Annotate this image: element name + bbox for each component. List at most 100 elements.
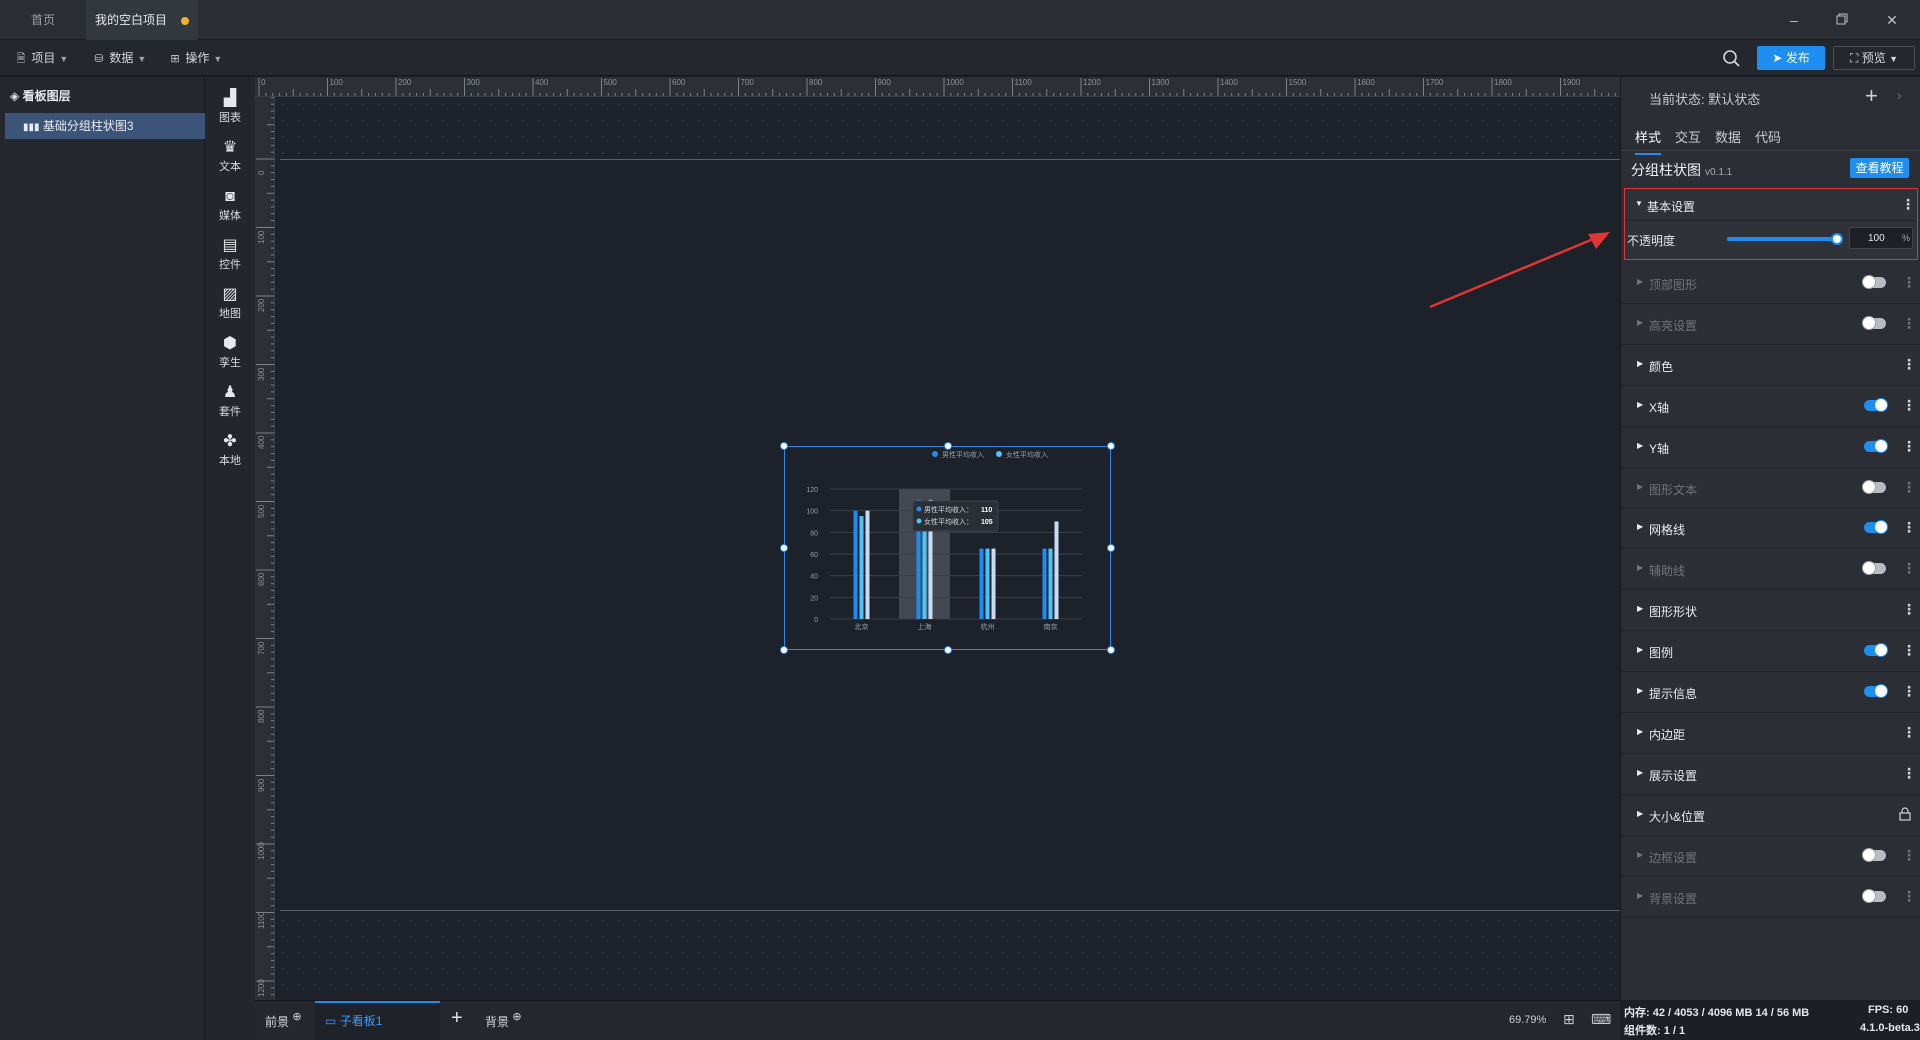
settings-section[interactable]: ▶ 内边距 ⋮ bbox=[1621, 713, 1920, 754]
section-label: 颜色 bbox=[1649, 359, 1674, 374]
more-vertical-icon[interactable]: ⋮ bbox=[1902, 438, 1916, 455]
settings-section[interactable]: ▶ 图例 ⋮ bbox=[1621, 631, 1920, 673]
section-toggle[interactable] bbox=[1862, 315, 1886, 330]
lock-icon[interactable] bbox=[1898, 807, 1912, 821]
resize-handle[interactable] bbox=[780, 544, 788, 552]
settings-section[interactable]: ▶ 高亮设置 ⋮ bbox=[1621, 304, 1920, 345]
more-vertical-icon[interactable]: ⋮ bbox=[1902, 560, 1916, 577]
y-tick-label: 20 bbox=[810, 595, 818, 602]
menu-data[interactable]: ⛁ 数据 ▼ bbox=[92, 46, 146, 70]
resize-handle[interactable] bbox=[944, 646, 952, 654]
section-toggle[interactable] bbox=[1862, 479, 1886, 494]
basic-settings-header[interactable]: ▼ 基本设置 ⋮ bbox=[1625, 189, 1916, 221]
menu-operation[interactable]: ⊞ 操作 ▼ bbox=[168, 46, 222, 70]
minimize-icon[interactable]: – bbox=[1782, 8, 1806, 32]
more-vertical-icon[interactable]: ⋮ bbox=[1902, 888, 1916, 905]
menu-project[interactable]: 🗎 项目 ▼ bbox=[14, 46, 69, 70]
zoom-level[interactable]: 69.79% bbox=[1509, 1014, 1546, 1026]
tab-data[interactable]: 数据 bbox=[1715, 127, 1741, 146]
tutorial-button[interactable]: 查看教程 bbox=[1850, 158, 1909, 178]
resize-handle[interactable] bbox=[1107, 544, 1115, 552]
section-toggle[interactable] bbox=[1862, 275, 1886, 289]
more-vertical-icon[interactable]: ⋮ bbox=[1902, 724, 1916, 741]
tab-interaction[interactable]: 交互 bbox=[1675, 127, 1701, 146]
component-local[interactable]: ✤ 本地 bbox=[205, 432, 255, 468]
section-toggle[interactable] bbox=[1862, 888, 1886, 903]
settings-section[interactable]: ▶ 辅助线 ⋮ bbox=[1621, 549, 1920, 591]
resize-handle[interactable] bbox=[1107, 646, 1115, 654]
resize-handle[interactable] bbox=[780, 442, 788, 450]
layer-item[interactable]: ▮▮▮ 基础分组柱状图3 bbox=[5, 113, 205, 139]
settings-section[interactable]: ▶ 网格线 ⋮ bbox=[1621, 508, 1920, 550]
settings-section[interactable]: ▶ 图形文本 ⋮ bbox=[1621, 468, 1920, 509]
component-text[interactable]: ♛ 文本 bbox=[205, 138, 255, 174]
settings-section[interactable]: ▶ 背景设置 ⋮ bbox=[1621, 877, 1920, 918]
fit-screen-icon[interactable]: ⊞ bbox=[1563, 1011, 1575, 1028]
more-vertical-icon[interactable]: ⋮ bbox=[1902, 479, 1916, 496]
resize-handle[interactable] bbox=[1107, 442, 1115, 450]
foreground-tab[interactable]: 前景 ⊕ bbox=[265, 1011, 302, 1030]
bar bbox=[859, 516, 864, 619]
tab-my-project[interactable]: 我的空白项目 bbox=[86, 0, 198, 40]
section-toggle[interactable] bbox=[1864, 643, 1888, 658]
restore-icon[interactable] bbox=[1830, 8, 1854, 32]
more-vertical-icon[interactable]: ⋮ bbox=[1902, 847, 1916, 864]
settings-section[interactable]: ▶ 图形形状 ⋮ bbox=[1621, 590, 1920, 632]
settings-section[interactable]: ▶ X轴 ⋮ bbox=[1621, 386, 1920, 427]
board-tab[interactable]: ▭ 子看板1 bbox=[315, 1001, 440, 1040]
tab-home[interactable]: 首页 bbox=[0, 0, 86, 40]
chart-widget[interactable]: 0 20 40 60 80 100 120 北京 上海 杭州 南京 男性平均收入 女性平均收入 男性平均收… bbox=[780, 442, 1115, 654]
add-circle-icon[interactable]: ⊕ bbox=[292, 1011, 301, 1023]
section-toggle[interactable] bbox=[1862, 847, 1886, 862]
section-toggle[interactable] bbox=[1862, 561, 1886, 576]
chevron-right-icon[interactable]: › bbox=[1897, 87, 1902, 103]
more-vertical-icon[interactable]: ⋮ bbox=[1902, 683, 1916, 700]
tab-style[interactable]: 样式 bbox=[1635, 127, 1662, 155]
background-tab[interactable]: 背景 ⊕ bbox=[485, 1011, 522, 1030]
keyboard-icon[interactable]: ⌨ bbox=[1591, 1011, 1611, 1028]
more-vertical-icon[interactable]: ⋮ bbox=[1902, 601, 1916, 618]
component-chart[interactable]: ▟ 图表 bbox=[205, 89, 255, 125]
add-board-icon[interactable]: + bbox=[451, 1007, 463, 1030]
more-vertical-icon[interactable]: ⋮ bbox=[1902, 765, 1916, 782]
more-vertical-icon[interactable]: ⋮ bbox=[1901, 196, 1915, 213]
opacity-input[interactable]: 100 % bbox=[1849, 227, 1913, 249]
settings-section[interactable]: ▶ 颜色 ⋮ bbox=[1621, 345, 1920, 386]
component-twin[interactable]: ⬢ 孪生 bbox=[205, 334, 255, 370]
more-vertical-icon[interactable]: ⋮ bbox=[1902, 356, 1916, 373]
tab-code[interactable]: 代码 bbox=[1755, 127, 1781, 146]
settings-section[interactable]: ▶ 大小&位置 bbox=[1621, 795, 1920, 836]
component-control[interactable]: ▤ 控件 bbox=[205, 236, 255, 272]
add-circle-icon[interactable]: ⊕ bbox=[512, 1011, 521, 1023]
settings-section[interactable]: ▶ 边框设置 ⋮ bbox=[1621, 836, 1920, 877]
section-toggle[interactable] bbox=[1864, 397, 1888, 412]
settings-section[interactable]: ▶ 提示信息 ⋮ bbox=[1621, 672, 1920, 713]
section-toggle[interactable] bbox=[1864, 520, 1888, 535]
more-vertical-icon[interactable]: ⋮ bbox=[1902, 519, 1916, 536]
component-map[interactable]: ▨ 地图 bbox=[205, 285, 255, 321]
component-media[interactable]: ◙ 媒体 bbox=[205, 187, 255, 223]
add-state-icon[interactable]: + bbox=[1865, 83, 1878, 109]
settings-section[interactable]: ▶ Y轴 ⋮ bbox=[1621, 427, 1920, 468]
component-kit[interactable]: ♟ 套件 bbox=[205, 383, 255, 419]
caret-right-icon: ▶ bbox=[1637, 399, 1644, 409]
preview-button[interactable]: ⛶ 预览 ▼ bbox=[1833, 46, 1915, 70]
publish-button[interactable]: ➤ 发布 bbox=[1757, 46, 1825, 70]
section-toggle[interactable] bbox=[1864, 438, 1888, 453]
basic-settings-section: ▼ 基本设置 ⋮ 不透明度 100 % bbox=[1624, 188, 1918, 260]
canvas[interactable]: 0 20 40 60 80 100 120 北京 上海 杭州 南京 男性平均收入 女性平均收入 男性平均收… bbox=[275, 97, 1620, 1000]
settings-section[interactable]: ▶ 顶部图形 ⋮ bbox=[1621, 263, 1920, 304]
resize-handle[interactable] bbox=[780, 646, 788, 654]
opacity-slider-knob[interactable] bbox=[1831, 233, 1843, 245]
resize-handle[interactable] bbox=[944, 442, 952, 450]
section-toggle[interactable] bbox=[1864, 684, 1888, 698]
more-vertical-icon[interactable]: ⋮ bbox=[1902, 274, 1916, 291]
more-vertical-icon[interactable]: ⋮ bbox=[1902, 315, 1916, 332]
more-vertical-icon[interactable]: ⋮ bbox=[1902, 642, 1916, 659]
settings-section[interactable]: ▶ 展示设置 ⋮ bbox=[1621, 754, 1920, 795]
opacity-slider[interactable] bbox=[1727, 233, 1843, 245]
close-icon[interactable]: ✕ bbox=[1880, 8, 1904, 32]
search-icon[interactable] bbox=[1720, 47, 1742, 69]
more-vertical-icon[interactable]: ⋮ bbox=[1902, 397, 1916, 414]
status-bar: 内存: 42 / 4053 / 4096 MB 14 / 56 MB FPS: … bbox=[1620, 1000, 1920, 1040]
